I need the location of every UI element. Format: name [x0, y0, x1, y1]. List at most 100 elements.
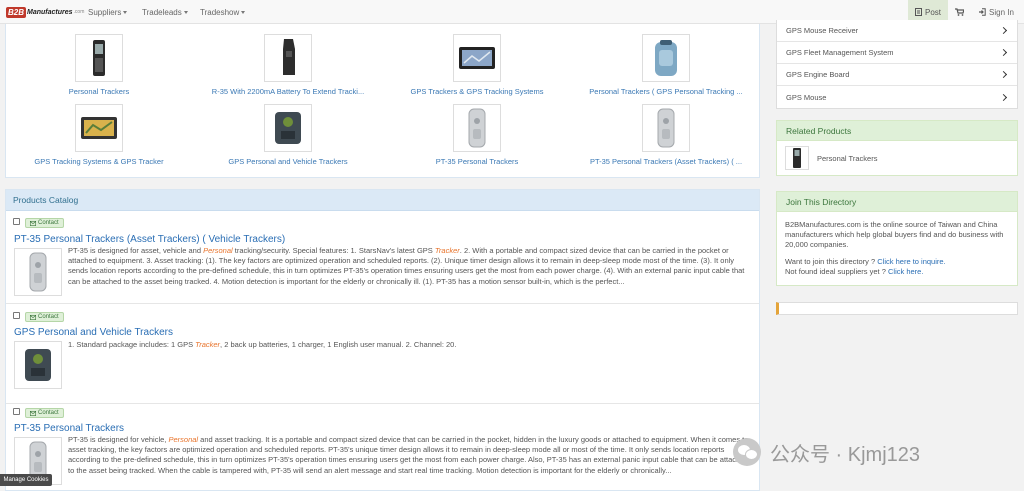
- nav-tradeleads[interactable]: Tradeleads: [142, 0, 188, 24]
- gallery-item[interactable]: GPS Tracking Systems & GPS Tracker: [14, 104, 184, 166]
- catalog-title: Products Catalog: [6, 190, 759, 211]
- product-title-link[interactable]: PT-35 Personal Trackers (Asset Trackers)…: [14, 234, 285, 245]
- desc-text: , 2 back up batteries, 1 charger, 1 Engl…: [220, 340, 457, 349]
- product-description: PT-35 is designed for vehicle, Personal …: [68, 435, 756, 476]
- desc-text: 1. Standard package includes: 1 GPS: [68, 340, 196, 349]
- inquire-link[interactable]: Click here to inquire.: [877, 257, 945, 266]
- contact-button[interactable]: Contact: [25, 312, 64, 322]
- gallery-item-label: PT-35 Personal Trackers (Asset Trackers)…: [589, 157, 743, 166]
- desc-text: PT-35 is designed for asset, vehicle and: [68, 246, 204, 255]
- select-checkbox[interactable]: [13, 218, 20, 225]
- logo-domain: .com: [73, 9, 85, 15]
- join-directory-panel: Join This Directory B2BManufactures.com …: [776, 191, 1018, 286]
- category-item[interactable]: GPS Mouse Receiver: [777, 20, 1017, 42]
- category-item[interactable]: GPS Engine Board: [777, 64, 1017, 86]
- product-description: 1. Standard package includes: 1 GPS Trac…: [68, 340, 756, 350]
- nav-tradeleads-label: Tradeleads: [142, 7, 182, 17]
- select-checkbox[interactable]: [13, 408, 20, 415]
- click-here-link[interactable]: Click here.: [888, 267, 923, 276]
- category-item[interactable]: GPS Fleet Management System: [777, 42, 1017, 64]
- blue-tracker-icon: [642, 34, 690, 82]
- manage-cookies-button[interactable]: Manage Cookies: [0, 474, 52, 486]
- join-notfound-line: Not found ideal suppliers yet ? Click he…: [785, 267, 1009, 277]
- related-products-title: Related Products: [777, 121, 1017, 141]
- empty-panel: [776, 302, 1018, 315]
- nav-tradeshow-label: Tradeshow: [200, 7, 240, 17]
- keyword-highlight: Tracker: [195, 340, 221, 349]
- contact-button[interactable]: Contact: [25, 218, 64, 228]
- join-want-text: Want to join this directory ?: [785, 257, 878, 266]
- gallery-item[interactable]: PT-35 Personal Trackers (Asset Trackers)…: [581, 104, 751, 166]
- envelope-icon: [30, 314, 36, 320]
- related-product-label: Personal Trackers: [817, 153, 878, 163]
- list-item: Contact PT-35 Personal Trackers (Asset T…: [6, 212, 759, 304]
- select-checkbox[interactable]: [13, 312, 20, 319]
- join-directory-title: Join This Directory: [777, 192, 1017, 212]
- product-gallery: Personal Trackers R-35 With 2200mA Batte…: [5, 24, 760, 178]
- site-logo[interactable]: B2B Manufactures .com: [6, 5, 84, 19]
- chevron-down-icon: [123, 10, 128, 14]
- related-product-item[interactable]: Personal Trackers: [777, 141, 1017, 175]
- desc-text: tracking/security. Special features: 1. …: [232, 246, 435, 255]
- envelope-icon: [30, 220, 36, 226]
- chevron-right-icon: [999, 26, 1008, 35]
- desc-text: PT-35 is designed for vehicle,: [68, 435, 169, 444]
- category-item[interactable]: GPS Mouse: [777, 86, 1017, 108]
- gallery-item[interactable]: GPS Trackers & GPS Tracking Systems: [392, 34, 562, 96]
- post-label: Post: [924, 7, 941, 17]
- silver-tracker-icon[interactable]: [14, 248, 62, 296]
- nav-suppliers[interactable]: Suppliers: [88, 0, 128, 24]
- join-intro: B2BManufactures.com is the online source…: [785, 220, 1004, 249]
- silver-tracker-icon: [453, 104, 501, 152]
- gallery-item[interactable]: R-35 With 2200mA Battery To Extend Track…: [203, 34, 373, 96]
- logo-b2b: B2B: [6, 6, 27, 18]
- nav-tradeshow[interactable]: Tradeshow: [200, 0, 246, 24]
- watermark-text: 公众号 · Kjmj123: [770, 443, 921, 466]
- join-want-line: Want to join this directory ? Click here…: [785, 257, 1009, 267]
- chevron-down-icon: [241, 10, 246, 14]
- gallery-item[interactable]: GPS Personal and Vehicle Trackers: [203, 104, 373, 166]
- vehicle-tracker-icon[interactable]: [14, 341, 62, 389]
- category-list: GPS Mouse Receiver GPS Fleet Management …: [776, 20, 1018, 109]
- contact-label: Contact: [38, 410, 59, 416]
- chevron-right-icon: [999, 48, 1008, 57]
- phone-tracker-icon: [785, 146, 809, 170]
- products-catalog: Products Catalog Contact PT-35 Personal …: [5, 189, 760, 491]
- gallery-item[interactable]: Personal Trackers ( GPS Personal Trackin…: [581, 34, 751, 96]
- gallery-item-label: GPS Tracking Systems & GPS Tracker: [34, 157, 164, 166]
- silver-tracker-icon: [642, 104, 690, 152]
- join-notfound-text: Not found ideal suppliers yet ?: [785, 267, 888, 276]
- gps-navigator-icon: [453, 34, 501, 82]
- phone-tracker-icon: [75, 34, 123, 82]
- category-label: GPS Fleet Management System: [786, 48, 894, 57]
- watermark: 公众号 · Kjmj123: [733, 432, 920, 472]
- product-title-link[interactable]: PT-35 Personal Trackers: [14, 423, 124, 434]
- category-label: GPS Mouse: [786, 92, 827, 102]
- gallery-item[interactable]: Personal Trackers: [14, 34, 184, 96]
- category-label: GPS Mouse Receiver: [786, 26, 859, 35]
- gallery-item-label: GPS Personal and Vehicle Trackers: [228, 157, 348, 166]
- vehicle-tracker-icon: [264, 104, 312, 152]
- cart-icon: [955, 8, 964, 16]
- wechat-icon: [733, 438, 761, 466]
- chevron-down-icon: [183, 10, 188, 14]
- contact-label: Contact: [38, 220, 59, 226]
- envelope-icon: [30, 410, 36, 416]
- chevron-right-icon: [999, 70, 1008, 79]
- nav-suppliers-label: Suppliers: [88, 7, 122, 17]
- logo-text: Manufactures: [27, 8, 73, 16]
- gallery-item-label: R-35 With 2200mA Battery To Extend Track…: [211, 87, 365, 96]
- gallery-item-label: Personal Trackers ( GPS Personal Trackin…: [589, 87, 743, 96]
- gallery-item-label: Personal Trackers: [68, 87, 130, 96]
- category-label: GPS Engine Board: [786, 70, 850, 79]
- gps-navigator-icon: [75, 104, 123, 152]
- product-title-link[interactable]: GPS Personal and Vehicle Trackers: [14, 327, 173, 338]
- contact-button[interactable]: Contact: [25, 408, 64, 418]
- gallery-item-label: GPS Trackers & GPS Tracking Systems: [410, 87, 544, 96]
- post-icon: [914, 8, 922, 16]
- list-item: Contact PT-35 Personal Trackers PT-35 is…: [6, 405, 759, 490]
- contact-label: Contact: [38, 314, 59, 320]
- list-item: Contact GPS Personal and Vehicle Tracker…: [6, 305, 759, 404]
- gallery-item[interactable]: PT-35 Personal Trackers: [392, 104, 562, 166]
- sign-in-icon: [979, 8, 986, 16]
